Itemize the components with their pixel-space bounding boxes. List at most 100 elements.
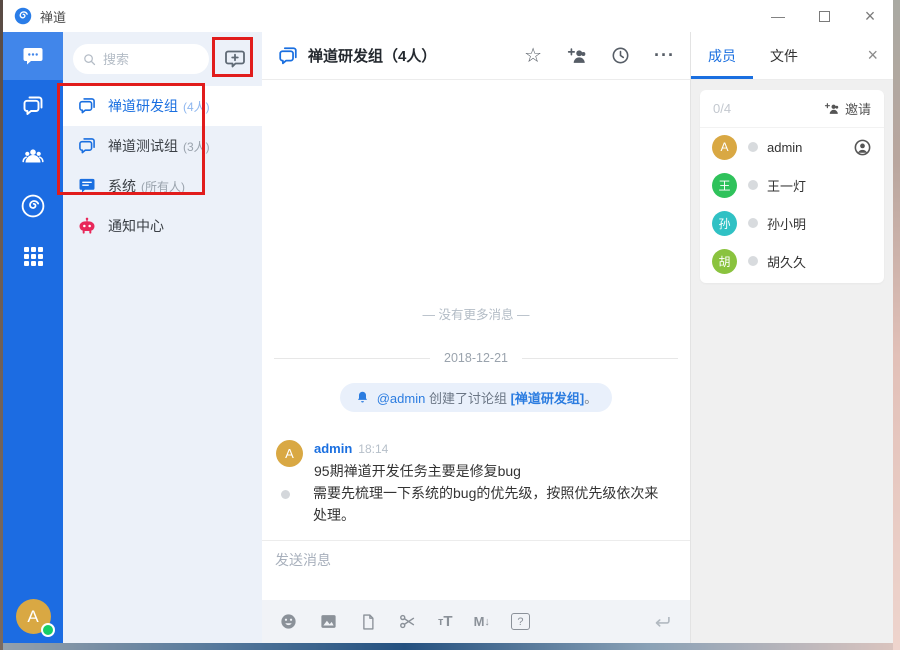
- members-content: 0/4 邀请 A admin 王 王一灯 孙 孙小明 胡 胡久久: [691, 80, 893, 643]
- chat-list-item-system[interactable]: 系统 (所有人): [63, 166, 262, 206]
- avatar[interactable]: A: [276, 440, 303, 467]
- invite-button[interactable]: 邀请: [823, 99, 871, 118]
- member-name: 胡久久: [767, 254, 807, 270]
- message-author[interactable]: admin: [314, 441, 352, 456]
- search-box[interactable]: [73, 44, 209, 74]
- member-row[interactable]: 孙 孙小明: [700, 204, 884, 242]
- message-input[interactable]: [275, 550, 677, 591]
- text-format-button[interactable]: тT: [438, 613, 453, 630]
- panel-tabs: 成员 文件 ×: [691, 32, 893, 80]
- apps-grid-icon: [23, 246, 43, 266]
- titlebar: 禅道 — ×: [3, 0, 893, 32]
- maximize-icon: [818, 10, 830, 22]
- add-member-button[interactable]: [565, 45, 587, 67]
- close-button[interactable]: ×: [847, 0, 893, 32]
- screenshot-button[interactable]: [398, 612, 417, 631]
- chat-item-label: 禅道测试组: [108, 138, 178, 154]
- new-chat-bubble-plus-icon: [225, 50, 245, 68]
- chat-title: 禅道研发组（4人）: [308, 48, 437, 65]
- chat-main: 禅道研发组（4人） ☆ ··· — 没有更多消息 — 2018-12-21 @a…: [262, 32, 690, 643]
- sidebar-item-group-chats[interactable]: [3, 82, 63, 130]
- markdown-glyph: M: [473, 614, 485, 629]
- current-user-initial: A: [27, 606, 39, 626]
- zentao-swirl-icon: [21, 194, 45, 218]
- chat-list-item-dev-group[interactable]: 禅道研发组 (4人): [63, 86, 262, 126]
- avatar: 孙: [712, 210, 737, 236]
- group-chat-icon: [79, 138, 95, 154]
- divider-line: [521, 357, 679, 359]
- mention-link[interactable]: @admin: [377, 391, 426, 406]
- message-time: 18:14: [358, 442, 389, 456]
- sidebar-item-contacts[interactable]: [3, 132, 63, 180]
- add-person-icon: [567, 47, 586, 63]
- message-item: A admin 18:14 95期禅道开发任务主要是修复bug: [276, 440, 678, 481]
- group-chat-icon: [79, 98, 95, 114]
- online-status-dot: [40, 623, 55, 637]
- send-button[interactable]: [651, 611, 673, 633]
- maximize-button[interactable]: [801, 0, 847, 32]
- group-link[interactable]: [禅道研发组]: [511, 391, 585, 406]
- chat-header: 禅道研发组（4人） ☆ ···: [262, 32, 690, 80]
- message-text: 95期禅道开发任务主要是修复bug: [314, 463, 521, 479]
- message-item: 需要先梳理一下系统的bug的优先级，按照优先级依次来处理。: [276, 483, 661, 526]
- admin-badge-icon: [853, 138, 872, 157]
- window-controls: — ×: [755, 0, 893, 32]
- notice-text: @admin 创建了讨论组 [禅道研发组]。: [377, 388, 598, 407]
- new-chat-button[interactable]: [218, 42, 252, 76]
- sidebar-item-recent-chats[interactable]: [3, 32, 63, 80]
- avatar-initial: 王: [718, 178, 731, 193]
- sidebar: A: [3, 32, 63, 643]
- member-row[interactable]: A admin: [700, 128, 884, 166]
- favorite-star-button[interactable]: ☆: [524, 46, 542, 66]
- minimize-button[interactable]: —: [755, 0, 801, 32]
- image-button[interactable]: [319, 612, 338, 631]
- message-status-dot: [281, 490, 290, 499]
- tab-files[interactable]: 文件: [753, 32, 815, 79]
- markdown-button[interactable]: M ↓: [474, 614, 490, 629]
- panel-close-button[interactable]: ×: [852, 32, 893, 79]
- member-name: 王一灯: [767, 178, 807, 194]
- notice-end: 。: [584, 391, 598, 406]
- format-glyph-big: T: [443, 613, 453, 630]
- contacts-icon: [22, 149, 44, 163]
- emoji-button[interactable]: [279, 612, 298, 631]
- chat-item-label: 系统: [108, 178, 136, 194]
- chat-item-meta: (所有人): [141, 179, 185, 194]
- tab-members[interactable]: 成员: [691, 32, 753, 79]
- member-name: 孙小明: [767, 216, 807, 232]
- system-notice-row: @admin 创建了讨论组 [禅道研发组]。: [262, 383, 690, 412]
- app-body: A 搜索 禅道研发组 (4人) 禅道测试组 (3人) 系统 (所有人) 通知中心…: [3, 32, 893, 643]
- chat-list-toolbar: [63, 32, 262, 86]
- avatar-initial: A: [720, 140, 729, 154]
- no-more-messages-label: — 没有更多消息 —: [422, 308, 530, 322]
- markdown-arrow-glyph: ↓: [484, 615, 490, 628]
- search-icon: [84, 53, 96, 65]
- file-button[interactable]: [359, 613, 377, 631]
- zentao-logo-icon: [14, 7, 32, 25]
- current-user-avatar[interactable]: A: [15, 599, 55, 637]
- history-clock-icon: [612, 47, 629, 64]
- chat-dots-icon: [23, 48, 43, 65]
- sidebar-item-zentao[interactable]: [3, 182, 63, 230]
- avatar-initial: 孙: [718, 216, 731, 231]
- return-arrow-icon: [655, 616, 670, 627]
- chat-list-item-notifications[interactable]: 通知中心: [63, 206, 262, 246]
- shortcut-help-button[interactable]: ?: [510, 613, 530, 630]
- more-options-button[interactable]: ···: [654, 45, 675, 66]
- member-row[interactable]: 王 王一灯: [700, 166, 884, 204]
- avatar: 王: [712, 172, 737, 198]
- date-divider: 2018-12-21: [262, 351, 690, 365]
- sidebar-item-apps[interactable]: [3, 232, 63, 280]
- member-status-dot: [748, 256, 758, 266]
- message-list[interactable]: — 没有更多消息 — 2018-12-21 @admin 创建了讨论组 [禅道研…: [262, 80, 690, 540]
- desktop-edge-bottom: [0, 643, 900, 650]
- chat-item-label: 禅道研发组: [108, 98, 178, 114]
- chat-list-item-test-group[interactable]: 禅道测试组 (3人): [63, 126, 262, 166]
- history-button[interactable]: [610, 45, 631, 66]
- chat-item-meta: (4人): [183, 99, 210, 114]
- image-icon: [321, 615, 336, 628]
- member-name: admin: [767, 139, 803, 155]
- member-row[interactable]: 胡 胡久久: [700, 242, 884, 280]
- search-input[interactable]: [103, 51, 208, 67]
- avatar: A: [712, 134, 737, 160]
